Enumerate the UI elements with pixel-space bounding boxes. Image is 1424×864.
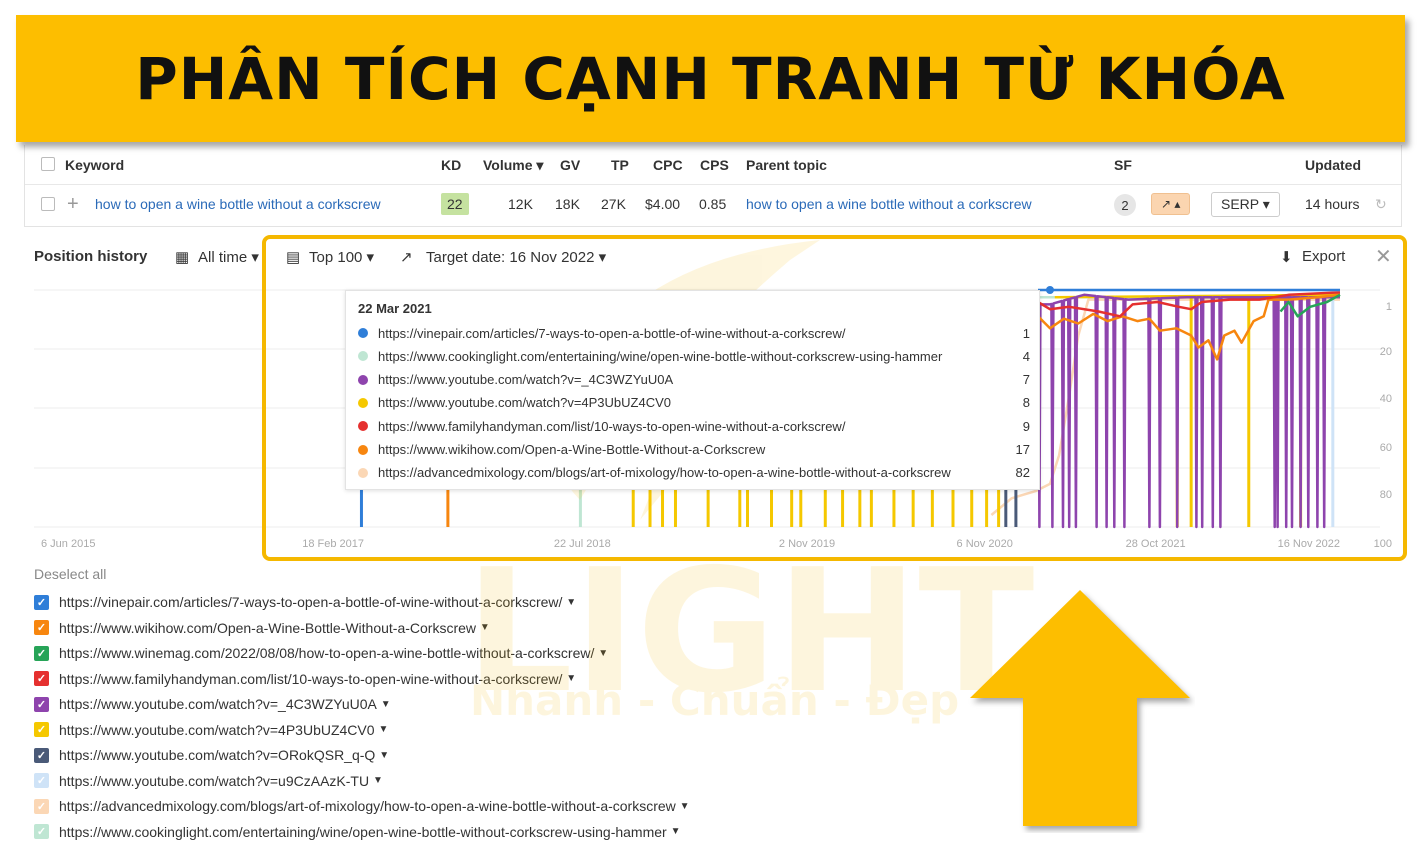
chevron-down-icon[interactable]: ▼ bbox=[566, 673, 576, 684]
tooltip-url: https://www.familyhandyman.com/list/10-w… bbox=[378, 418, 846, 434]
legend-url: https://advancedmixology.com/blogs/art-o… bbox=[59, 798, 676, 814]
legend-url: https://www.cookinglight.com/entertainin… bbox=[59, 823, 667, 840]
tooltip-row: https://advancedmixology.com/blogs/art-o… bbox=[358, 463, 1030, 483]
deselect-all-link[interactable]: Deselect all bbox=[34, 566, 106, 582]
x-tick-label: 6 Nov 2020 bbox=[957, 538, 1013, 550]
legend-item[interactable]: ✓ https://www.familyhandyman.com/list/10-… bbox=[34, 669, 576, 689]
chevron-down-icon[interactable]: ▼ bbox=[381, 699, 391, 710]
tooltip-row: https://www.youtube.com/watch?v=4P3UbUZ4… bbox=[358, 393, 1030, 413]
legend-item[interactable]: ✓ https://www.youtube.com/watch?v=_4C3WZY… bbox=[34, 694, 391, 714]
legend-checkbox[interactable]: ✓ bbox=[34, 671, 49, 686]
tooltip-position: 1 bbox=[1022, 325, 1030, 341]
x-tick-label: 6 Jun 2015 bbox=[41, 538, 95, 550]
legend-url: https://www.youtube.com/watch?v=ORokQSR_… bbox=[59, 747, 376, 763]
legend-checkbox[interactable]: ✓ bbox=[34, 696, 49, 712]
tooltip-row: https://vinepair.com/articles/7-ways-to-… bbox=[358, 323, 1030, 343]
legend-url: https://www.youtube.com/watch?v=u9CzAAzK… bbox=[59, 772, 370, 789]
series-line bbox=[1037, 293, 1340, 529]
chevron-down-icon[interactable]: ▼ bbox=[480, 622, 490, 633]
tooltip-position: 8 bbox=[1022, 395, 1030, 411]
chevron-down-icon[interactable]: ▼ bbox=[680, 801, 690, 812]
y-tick-label: 20 bbox=[1380, 346, 1392, 358]
legend-checkbox[interactable]: ✓ bbox=[34, 773, 49, 788]
tooltip-url: https://www.wikihow.com/Open-a-Wine-Bott… bbox=[378, 442, 766, 457]
chart-tooltip: 22 Mar 2021 https://vinepair.com/article… bbox=[345, 290, 1040, 490]
legend-url: https://www.wikihow.com/Open-a-Wine-Bott… bbox=[59, 619, 477, 636]
tooltip-row: https://www.wikihow.com/Open-a-Wine-Bott… bbox=[358, 440, 1030, 460]
chevron-down-icon[interactable]: ▼ bbox=[671, 826, 681, 837]
tooltip-date: 22 Mar 2021 bbox=[358, 301, 432, 316]
tooltip-url: https://www.cookinglight.com/entertainin… bbox=[378, 348, 943, 364]
legend-url: https://www.youtube.com/watch?v=4P3UbUZ4… bbox=[59, 721, 375, 738]
series-line bbox=[1037, 293, 1341, 361]
series-dot-icon bbox=[358, 328, 368, 338]
series-dot-icon bbox=[358, 397, 368, 408]
tooltip-url: https://www.youtube.com/watch?v=_4C3WZYu… bbox=[378, 372, 674, 388]
legend-item[interactable]: ✓ https://www.cookinglight.com/entertaini… bbox=[34, 822, 681, 842]
legend-checkbox[interactable]: ✓ bbox=[34, 798, 49, 814]
y-tick-label: 1 bbox=[1386, 301, 1392, 313]
tooltip-position: 4 bbox=[1022, 348, 1030, 364]
series-dot-icon bbox=[358, 351, 368, 362]
legend-item[interactable]: ✓ https://advancedmixology.com/blogs/art-… bbox=[34, 796, 690, 816]
y-tick-label: 40 bbox=[1380, 393, 1392, 405]
legend-url: https://www.youtube.com/watch?v=_4C3WZYu… bbox=[59, 696, 377, 712]
y-tick-label: 60 bbox=[1380, 442, 1392, 454]
legend-checkbox[interactable]: ✓ bbox=[34, 722, 49, 737]
title-banner: PHÂN TÍCH CẠNH TRANH TỪ KHÓA bbox=[16, 15, 1405, 142]
chevron-down-icon[interactable]: ▼ bbox=[566, 597, 576, 608]
legend-checkbox[interactable]: ✓ bbox=[34, 747, 49, 763]
legend-item[interactable]: ✓ https://www.winemag.com/2022/08/08/how-… bbox=[34, 643, 608, 663]
tooltip-row: https://www.familyhandyman.com/list/10-w… bbox=[358, 416, 1030, 436]
series-dot-icon bbox=[358, 467, 368, 478]
legend-item[interactable]: ✓ https://www.youtube.com/watch?v=u9CzAAz… bbox=[34, 771, 383, 791]
tooltip-position: 82 bbox=[1015, 465, 1030, 481]
chevron-down-icon[interactable]: ▼ bbox=[373, 775, 383, 786]
legend-url: https://www.winemag.com/2022/08/08/how-t… bbox=[59, 645, 595, 661]
y-tick-label: 100 bbox=[1374, 538, 1392, 550]
legend-checkbox[interactable]: ✓ bbox=[34, 824, 49, 839]
series-dot-icon bbox=[358, 421, 368, 432]
legend-item[interactable]: ✓ https://vinepair.com/articles/7-ways-to… bbox=[34, 592, 576, 612]
legend-checkbox[interactable]: ✓ bbox=[34, 620, 49, 635]
tooltip-url: https://vinepair.com/articles/7-ways-to-… bbox=[378, 325, 846, 341]
x-tick-label: 18 Feb 2017 bbox=[302, 538, 364, 550]
legend-item[interactable]: ✓ https://www.youtube.com/watch?v=4P3UbUZ… bbox=[34, 720, 388, 740]
up-arrow-icon bbox=[970, 590, 1190, 826]
tooltip-row: https://www.cookinglight.com/entertainin… bbox=[358, 346, 1030, 366]
y-tick-label: 80 bbox=[1380, 489, 1392, 501]
hover-point bbox=[1045, 286, 1054, 294]
legend-item[interactable]: ✓ https://www.wikihow.com/Open-a-Wine-Bot… bbox=[34, 618, 490, 638]
legend-url: https://vinepair.com/articles/7-ways-to-… bbox=[59, 594, 563, 610]
chevron-down-icon[interactable]: ▼ bbox=[598, 648, 608, 659]
tooltip-position: 17 bbox=[1015, 442, 1030, 457]
x-tick-label: 28 Oct 2021 bbox=[1126, 538, 1186, 550]
x-tick-label: 16 Nov 2022 bbox=[1278, 538, 1340, 550]
tooltip-url: https://advancedmixology.com/blogs/art-o… bbox=[378, 465, 951, 481]
legend-checkbox[interactable]: ✓ bbox=[34, 594, 49, 610]
legend-checkbox[interactable]: ✓ bbox=[34, 645, 49, 661]
tooltip-url: https://www.youtube.com/watch?v=4P3UbUZ4… bbox=[378, 395, 672, 411]
x-tick-label: 22 Jul 2018 bbox=[554, 538, 611, 550]
tooltip-position: 9 bbox=[1022, 418, 1030, 434]
legend-item[interactable]: ✓ https://www.youtube.com/watch?v=ORokQSR… bbox=[34, 745, 389, 765]
series-dot-icon bbox=[358, 444, 368, 455]
tooltip-position: 7 bbox=[1022, 372, 1030, 388]
legend-url: https://www.familyhandyman.com/list/10-w… bbox=[59, 670, 563, 687]
chevron-down-icon[interactable]: ▼ bbox=[379, 750, 389, 761]
tooltip-row: https://www.youtube.com/watch?v=_4C3WZYu… bbox=[358, 370, 1030, 390]
x-tick-label: 2 Nov 2019 bbox=[779, 538, 835, 550]
banner-title: PHÂN TÍCH CẠNH TRANH TỪ KHÓA bbox=[135, 44, 1286, 113]
series-dot-icon bbox=[358, 374, 368, 385]
chevron-down-icon[interactable]: ▼ bbox=[378, 724, 388, 735]
